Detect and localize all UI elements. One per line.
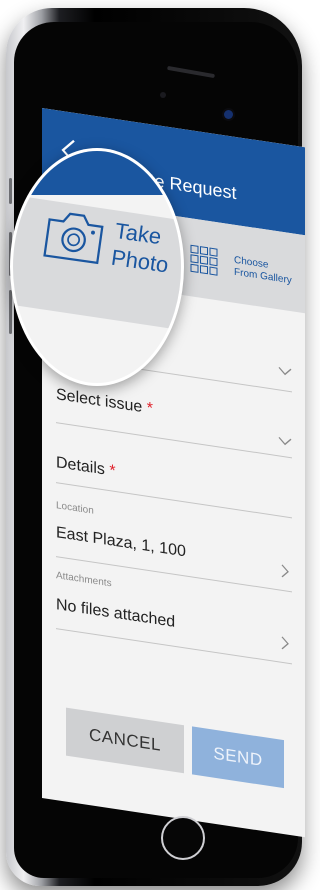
cancel-button[interactable]: CANCEL — [66, 707, 184, 774]
mute-switch — [9, 178, 12, 204]
choose-gallery-label: Choose From Gallery — [234, 255, 292, 288]
details-label: Details * — [56, 454, 116, 481]
chevron-right-icon — [281, 564, 289, 578]
attachments-caption: Attachments — [56, 570, 112, 590]
chevron-down-icon — [278, 437, 292, 446]
issue-label: Select issue * — [56, 386, 153, 418]
location-value: East Plaza, 1, 100 — [56, 524, 186, 561]
choose-gallery-button[interactable]: Choose From Gallery — [190, 244, 302, 301]
issue-required-mark: * — [146, 399, 153, 418]
magnified-take-line: Take — [113, 217, 163, 250]
home-button[interactable] — [161, 816, 205, 860]
camera-icon — [43, 212, 104, 265]
magnifier-header-strip — [13, 151, 181, 195]
issue-label-text: Select issue — [56, 386, 143, 416]
location-caption: Location — [56, 500, 94, 517]
send-button[interactable]: SEND — [192, 726, 284, 789]
magnifier-callout: Take Photo — [10, 148, 184, 386]
attachments-value: No files attached — [56, 596, 176, 631]
proximity-sensor — [160, 92, 166, 98]
volume-down-button — [9, 290, 12, 334]
front-camera-icon — [224, 110, 233, 119]
gallery-grid-icon — [190, 244, 218, 276]
details-required-mark: * — [109, 462, 116, 480]
magnified-take-photo-label: Take Photo — [109, 217, 173, 278]
chevron-right-icon — [281, 636, 289, 650]
chevron-down-icon — [278, 367, 292, 376]
details-label-text: Details — [56, 454, 105, 479]
